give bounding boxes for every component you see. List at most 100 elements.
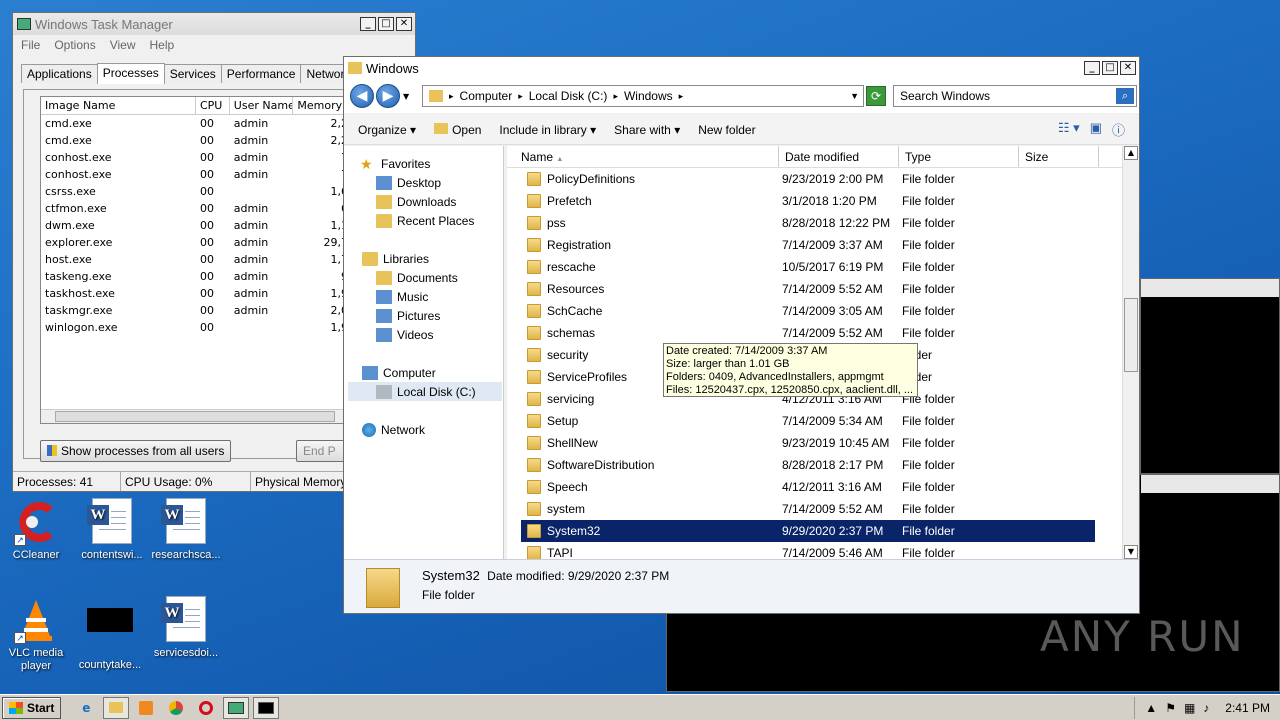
process-row[interactable]: ctfmon.exe00admin69 bbox=[41, 200, 359, 217]
scroll-up-icon[interactable]: ▲ bbox=[1124, 146, 1138, 160]
opera-taskbar-icon[interactable] bbox=[193, 697, 219, 719]
column-header-type[interactable]: Type bbox=[899, 146, 1019, 167]
task-manager-taskbar-icon[interactable] bbox=[223, 696, 250, 719]
console-titlebar[interactable] bbox=[1141, 475, 1279, 493]
process-row[interactable]: taskhost.exe00admin1,95 bbox=[41, 285, 359, 302]
show-all-processes-button[interactable]: Show processes from all users bbox=[40, 440, 232, 462]
close-button[interactable]: ✕ bbox=[396, 17, 412, 31]
media-player-taskbar-icon[interactable] bbox=[133, 697, 159, 719]
nav-computer[interactable]: Computer bbox=[362, 363, 436, 382]
new-folder-button[interactable]: New folder bbox=[698, 123, 755, 137]
scroll-thumb[interactable] bbox=[1124, 298, 1138, 372]
desktop-icon-ccleaner[interactable]: ↗ CCleaner bbox=[0, 498, 72, 562]
column-header-name[interactable]: Name ▲ bbox=[507, 146, 779, 167]
file-row[interactable]: TAPI 7/14/2009 5:46 AM File folder bbox=[521, 542, 1095, 559]
process-row[interactable]: dwm.exe00admin1,12 bbox=[41, 217, 359, 234]
tab-processes[interactable]: Processes bbox=[96, 63, 165, 84]
clock[interactable]: 2:41 PM bbox=[1225, 701, 1270, 715]
breadcrumb-computer[interactable]: Computer bbox=[460, 89, 513, 103]
help-icon[interactable]: ⓘ bbox=[1112, 120, 1125, 139]
column-header-size[interactable]: Size bbox=[1019, 146, 1099, 167]
tray-expand-icon[interactable]: ▲ bbox=[1145, 701, 1157, 715]
address-bar[interactable]: ▸ Computer ▸ Local Disk (C:) ▸ Windows ▸… bbox=[422, 85, 864, 107]
nav-documents[interactable]: Documents bbox=[376, 268, 458, 287]
horizontal-scrollbar[interactable] bbox=[41, 409, 359, 423]
file-row[interactable]: rescache 10/5/2017 6:19 PM File folder bbox=[521, 256, 1095, 278]
file-row[interactable]: SoftwareDistribution 8/28/2018 2:17 PM Fil… bbox=[521, 454, 1095, 476]
chrome-taskbar-icon[interactable] bbox=[163, 697, 189, 719]
maximize-button[interactable]: □ bbox=[1102, 61, 1118, 75]
tab-services[interactable]: Services bbox=[163, 64, 222, 83]
change-view-icon[interactable]: ☷ ▾ bbox=[1058, 120, 1080, 139]
minimize-button[interactable]: _ bbox=[360, 17, 376, 31]
menu-help[interactable]: Help bbox=[150, 38, 175, 52]
file-row[interactable]: System32 9/29/2020 2:37 PM File folder bbox=[521, 520, 1095, 542]
scroll-thumb[interactable] bbox=[55, 411, 335, 422]
file-row[interactable]: Prefetch 3/1/2018 1:20 PM File folder bbox=[521, 190, 1095, 212]
column-header-date-modified[interactable]: Date modified bbox=[779, 146, 899, 167]
recent-pages-dropdown[interactable]: ▼ bbox=[403, 92, 409, 101]
network-tray-icon[interactable]: ▦ bbox=[1184, 701, 1195, 715]
file-row[interactable]: pss 8/28/2018 12:22 PM File folder bbox=[521, 212, 1095, 234]
explorer-taskbar-icon[interactable] bbox=[103, 696, 130, 719]
explorer-window[interactable]: Windows _ □ ✕ ◀ ▶ ▼ ▸ Computer ▸ Local D… bbox=[343, 56, 1140, 614]
file-row[interactable]: Speech 4/12/2011 3:16 AM File folder bbox=[521, 476, 1095, 498]
open-button[interactable]: Open bbox=[434, 122, 481, 137]
share-with-button[interactable]: Share with ▾ bbox=[614, 123, 680, 137]
process-list[interactable]: Image Name CPU User Name Memory ( cmd.ex… bbox=[40, 96, 360, 424]
organize-button[interactable]: Organize ▾ bbox=[358, 123, 416, 137]
process-row[interactable]: taskeng.exe00admin98 bbox=[41, 268, 359, 285]
maximize-button[interactable]: □ bbox=[378, 17, 394, 31]
search-input[interactable]: Search Windows ⌕ bbox=[893, 85, 1137, 107]
nav-pictures[interactable]: Pictures bbox=[376, 306, 440, 325]
desktop-icon-doc-3[interactable]: W servicesdoi... bbox=[150, 596, 222, 660]
include-in-library-button[interactable]: Include in library ▾ bbox=[499, 123, 596, 137]
desktop-icon-doc-2[interactable]: W researchsca... bbox=[150, 498, 222, 562]
start-button[interactable]: Start bbox=[2, 696, 62, 719]
explorer-titlebar[interactable]: Windows _ □ ✕ bbox=[344, 57, 1139, 79]
process-row[interactable]: taskmgr.exe00admin2,05 bbox=[41, 302, 359, 319]
menu-file[interactable]: File bbox=[21, 38, 40, 52]
file-row[interactable]: schemas 7/14/2009 5:52 AM File folder bbox=[521, 322, 1095, 344]
console-window-1[interactable] bbox=[1140, 278, 1280, 474]
column-header-user-name[interactable]: User Name bbox=[230, 97, 294, 114]
cmd-taskbar-icon[interactable] bbox=[253, 696, 280, 719]
desktop-icon-doc-1[interactable]: W contentswi... bbox=[76, 498, 148, 562]
address-dropdown[interactable]: ▼ bbox=[850, 91, 859, 101]
process-row[interactable]: conhost.exe00admin70 bbox=[41, 149, 359, 166]
ie-taskbar-icon[interactable]: e bbox=[73, 697, 99, 719]
nav-recent-places[interactable]: Recent Places bbox=[376, 211, 474, 230]
column-header-cpu[interactable]: CPU bbox=[196, 97, 230, 114]
nav-videos[interactable]: Videos bbox=[376, 325, 433, 344]
process-row[interactable]: winlogon.exe001,90 bbox=[41, 319, 359, 336]
nav-music[interactable]: Music bbox=[376, 287, 428, 306]
scroll-down-icon[interactable]: ▼ bbox=[1124, 545, 1138, 559]
breadcrumb-local-disk[interactable]: Local Disk (C:) bbox=[529, 89, 608, 103]
minimize-button[interactable]: _ bbox=[1084, 61, 1100, 75]
close-button[interactable]: ✕ bbox=[1120, 61, 1136, 75]
menu-options[interactable]: Options bbox=[54, 38, 95, 52]
forward-button[interactable]: ▶ bbox=[376, 84, 400, 108]
nav-libraries[interactable]: Libraries bbox=[362, 249, 429, 268]
process-row[interactable]: host.exe00admin1,70 bbox=[41, 251, 359, 268]
tab-performance[interactable]: Performance bbox=[220, 64, 302, 83]
preview-pane-icon[interactable]: ▣ bbox=[1090, 120, 1102, 139]
file-row[interactable]: system 7/14/2009 5:52 AM File folder bbox=[521, 498, 1095, 520]
file-row[interactable]: Registration 7/14/2009 3:37 AM File folder bbox=[521, 234, 1095, 256]
nav-local-disk[interactable]: Local Disk (C:) bbox=[348, 382, 502, 401]
desktop-icon-vlc[interactable]: ↗ VLC media player bbox=[0, 596, 72, 673]
file-row[interactable]: Setup 7/14/2009 5:34 AM File folder bbox=[521, 410, 1095, 432]
vertical-scrollbar[interactable]: ▲ ▼ bbox=[1122, 146, 1138, 559]
console-titlebar[interactable] bbox=[1141, 279, 1279, 297]
nav-favorites[interactable]: ★ Favorites bbox=[360, 154, 430, 173]
file-row[interactable]: ShellNew 9/23/2019 10:45 AM File folder bbox=[521, 432, 1095, 454]
file-row[interactable]: Resources 7/14/2009 5:52 AM File folder bbox=[521, 278, 1095, 300]
process-row[interactable]: explorer.exe 00 admin 29,70 bbox=[41, 234, 359, 251]
menu-view[interactable]: View bbox=[110, 38, 136, 52]
desktop-icon-image[interactable]: countytake... bbox=[74, 596, 146, 672]
back-button[interactable]: ◀ bbox=[350, 84, 374, 108]
process-row[interactable]: cmd.exe00admin2,23 bbox=[41, 115, 359, 132]
nav-network[interactable]: Network bbox=[362, 420, 425, 439]
breadcrumb-windows[interactable]: Windows bbox=[624, 89, 673, 103]
refresh-button[interactable]: ⟳ bbox=[866, 86, 886, 106]
